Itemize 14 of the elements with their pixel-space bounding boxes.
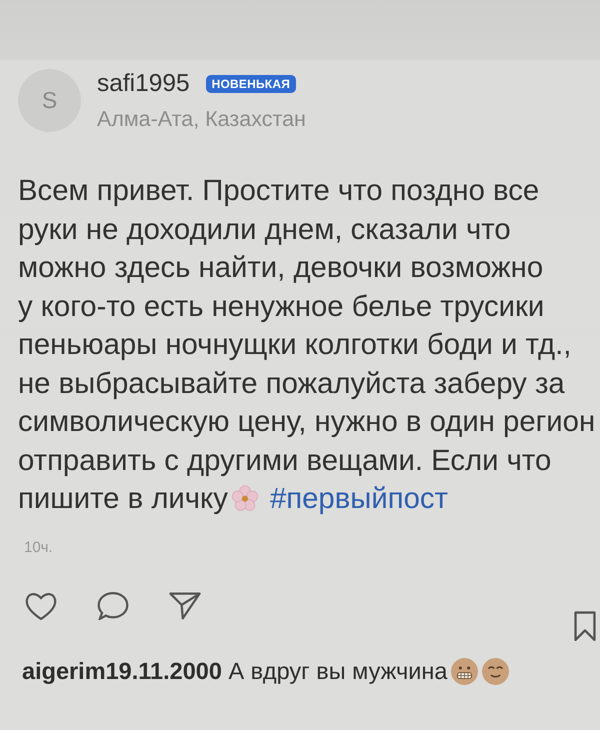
hashtag-link[interactable]: #первыйпост: [270, 482, 448, 515]
comment-text: aigerim19.11.2000 А вдруг вы мужчина: [22, 656, 448, 686]
grimacing-face-icon: [451, 658, 478, 685]
bookmark-icon[interactable]: [572, 610, 598, 642]
username-link[interactable]: safi1995: [97, 70, 190, 98]
send-icon[interactable]: [168, 592, 202, 620]
flower-icon: [232, 485, 258, 511]
post-text: Всем привет. Простите что поздно все руки не доходили днем, сказали что можно здесь найти, девочки возможно у кого-то есть ненужное белье трусики пеньюары ночнущки колготки боди и тд., не выбрасывайте пожалуйста заберу за символическую цену, нужно в один регион отправить с другими вещами. Если что пишите в личку #первыйпост: [18, 173, 596, 517]
smiling-face-icon: [482, 658, 510, 685]
status-badge: НОВЕНЬКАЯ: [206, 74, 296, 92]
like-heart-icon[interactable]: [24, 592, 58, 620]
comment-icon[interactable]: [96, 592, 130, 620]
post-time: 10ч.: [24, 538, 53, 558]
location-text: Алма-Ата, Казахстан: [97, 106, 306, 132]
